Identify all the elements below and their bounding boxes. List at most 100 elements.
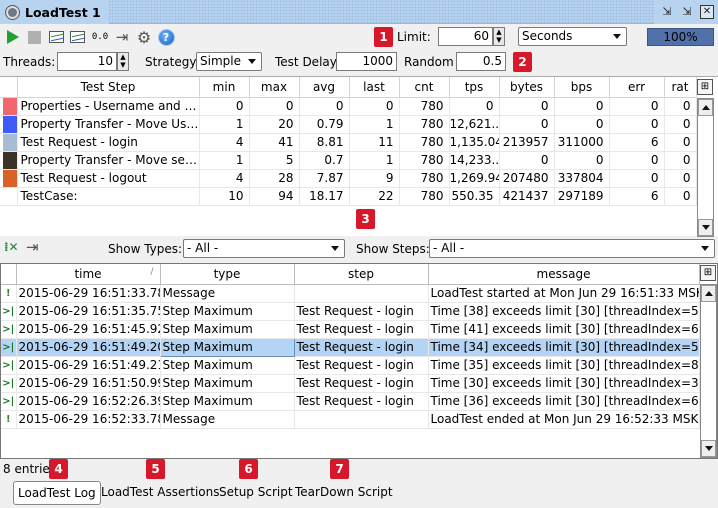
stop-icon[interactable] (25, 28, 43, 46)
clear-log-icon[interactable]: ⁞✕ (4, 240, 19, 254)
log-cell-time: 2015-06-29 16:51:49.204 (16, 338, 161, 357)
stats-cell-cnt: 780 (399, 151, 450, 170)
stats-scrollbar[interactable] (697, 98, 714, 237)
log-row[interactable]: ! 2015-06-29 16:52:33.788 Message LoadTest … (1, 410, 700, 429)
tab-loadtest-log[interactable]: LoadTest Log (13, 481, 101, 505)
stats-cell-bps: 0 (554, 97, 610, 116)
step-color-swatch (3, 97, 16, 114)
export-log-icon[interactable]: ⇥ (26, 238, 39, 256)
log-column-header-type[interactable]: type (160, 264, 295, 285)
log-cell-time: 2015-06-29 16:51:50.998 (16, 374, 161, 393)
stats-row[interactable]: Property Transfer - Move sessio...150.71… (0, 151, 697, 170)
toolbar: 0.0 ⇥ ⚙ ? 1 Limit: 60 ▲ ▼ Seconds (0, 26, 718, 48)
chevron-down-icon (331, 246, 339, 251)
minimize-icon[interactable]: ⇲ (680, 5, 694, 19)
stats-row[interactable]: Properties - Username and Pass...0000780… (0, 97, 697, 116)
stats-cell-err: 6 (609, 133, 665, 152)
column-header-bytes[interactable]: bytes (499, 77, 555, 98)
stats-cell-err: 6 (609, 187, 665, 206)
limit-label: Limit: (397, 30, 431, 44)
stats-cell-cnt: 780 (399, 115, 450, 134)
log-cell-step (294, 284, 429, 303)
test-delay-input[interactable]: 1000 (336, 52, 397, 71)
column-header-rat[interactable]: rat (664, 77, 697, 98)
run-icon[interactable] (4, 28, 22, 46)
log-row[interactable]: >| 2015-06-29 16:51:45.921 Step Maximum Tes… (1, 320, 700, 339)
callout-badge-5: 5 (146, 459, 165, 479)
column-header-err[interactable]: err (609, 77, 665, 98)
log-cell-message: Time [41] exceeds limit [30] [threadInde… (428, 320, 700, 339)
detach-icon[interactable]: ⇲ (660, 5, 674, 19)
threads-spinner[interactable]: ▲ ▼ (117, 52, 129, 71)
scroll-down-icon[interactable] (698, 219, 713, 236)
log-column-menu-icon[interactable]: ⊞ (700, 265, 716, 281)
stats-row[interactable]: Property Transfer - Move Usern... 1 20 0.79… (0, 115, 697, 134)
limit-unit-select[interactable]: Seconds (518, 27, 627, 46)
stats-cell-last: 9 (349, 169, 400, 188)
stats-cell-bytes: 207480 (499, 169, 555, 188)
limit-input[interactable]: 60 (438, 27, 493, 46)
tab-loadtest-assertions[interactable]: LoadTest Assertions (97, 481, 224, 505)
step-color-cell (0, 133, 18, 152)
stats-cell-bytes: 0 (499, 115, 555, 134)
tab-setup-script[interactable]: Setup Script (215, 481, 297, 505)
close-icon[interactable]: ✕ (700, 5, 714, 19)
column-header-avg[interactable]: avg (299, 77, 350, 98)
scroll-down-icon[interactable] (701, 440, 716, 457)
column-header-test-step[interactable]: Test Step (17, 77, 200, 98)
log-cell-step: Test Request - login (294, 392, 429, 411)
show-types-select[interactable]: - All - (183, 239, 345, 258)
strategy-select[interactable]: Simple (196, 52, 262, 71)
color-column-header (0, 77, 18, 98)
statistics-graph-icon[interactable] (47, 28, 65, 46)
column-header-cnt[interactable]: cnt (399, 77, 450, 98)
log-cell-step: Test Request - login (294, 356, 429, 375)
stats-cell-cnt: 780 (399, 133, 450, 152)
threads-input[interactable]: 10 (57, 52, 117, 71)
log-column-header-message[interactable]: message (428, 264, 700, 285)
help-icon[interactable]: ? (157, 28, 175, 46)
stats-cell-err: 0 (609, 97, 665, 116)
random-input[interactable]: 0.5 (456, 52, 506, 71)
column-header-last[interactable]: last (349, 77, 400, 98)
log-column-label: step (348, 266, 374, 281)
column-header-max[interactable]: max (249, 77, 300, 98)
stats-cell-rat: 0 (664, 187, 697, 206)
compare-graph-icon[interactable] (68, 28, 86, 46)
scroll-up-icon[interactable] (701, 285, 716, 302)
scroll-up-icon[interactable] (698, 99, 713, 116)
threads-label: Threads: (3, 55, 56, 69)
show-steps-select[interactable]: - All - (429, 239, 715, 258)
log-row[interactable]: ! 2015-06-29 16:51:33.783 Message LoadTest … (1, 284, 700, 303)
stats-cell-tps: 550.35 (449, 187, 500, 206)
stats-cell-bps: 297189 (554, 187, 610, 206)
column-header-min[interactable]: min (199, 77, 250, 98)
log-row[interactable]: >| 2015-06-29 16:51:50.998 Step Maximum Tes… (1, 374, 700, 393)
log-column-label: time (74, 266, 102, 281)
column-header-bps[interactable]: bps (554, 77, 610, 98)
log-row[interactable]: >| 2015-06-29 16:51:49.204 Step Maximum Tes… (1, 337, 700, 357)
stats-row[interactable]: Test Request - logout 4 28 7.87 9 780 1,269.94… (0, 169, 697, 188)
stats-cell-err: 0 (609, 151, 665, 170)
log-row[interactable]: >| 2015-06-29 16:51:35.750 Step Maximum Tes… (1, 302, 700, 321)
log-column-header-time[interactable]: time / (16, 264, 161, 285)
log-cell-step: Test Request - login (294, 320, 429, 339)
stats-row[interactable]: TestCase: 10 94 18.17 22 780 550.35 421437 29718… (0, 187, 697, 206)
log-column-header-step[interactable]: step (294, 264, 429, 285)
log-row[interactable]: >| 2015-06-29 16:52:26.399 Step Maximum Tes… (1, 392, 700, 411)
stats-cell-last: 22 (349, 187, 400, 206)
limit-spinner[interactable]: ▲ ▼ (493, 27, 505, 46)
window-controls: ⇲ ⇲ ✕ (654, 0, 718, 24)
options-gear-icon[interactable]: ⚙ (135, 28, 153, 47)
log-row[interactable]: >| 2015-06-29 16:51:49.212 Step Maximum Tes… (1, 356, 700, 375)
tab-teardown-script[interactable]: TearDown Script (291, 481, 397, 505)
column-header-tps[interactable]: tps (449, 77, 500, 98)
log-cell-type: Step Maximum (160, 320, 295, 339)
column-menu-icon[interactable]: ⊞ (697, 79, 713, 95)
log-scrollbar[interactable] (700, 284, 717, 458)
export-icon[interactable]: ⇥ (113, 28, 131, 46)
log-cell-type: Step Maximum (160, 374, 295, 393)
reset-stats-icon[interactable]: 0.0 (91, 28, 109, 46)
stats-cell-name: Property Transfer - Move Usern... (17, 115, 200, 134)
stats-row[interactable]: Test Request - login 4 41 8.81 11 780 1,135.04… (0, 133, 697, 152)
